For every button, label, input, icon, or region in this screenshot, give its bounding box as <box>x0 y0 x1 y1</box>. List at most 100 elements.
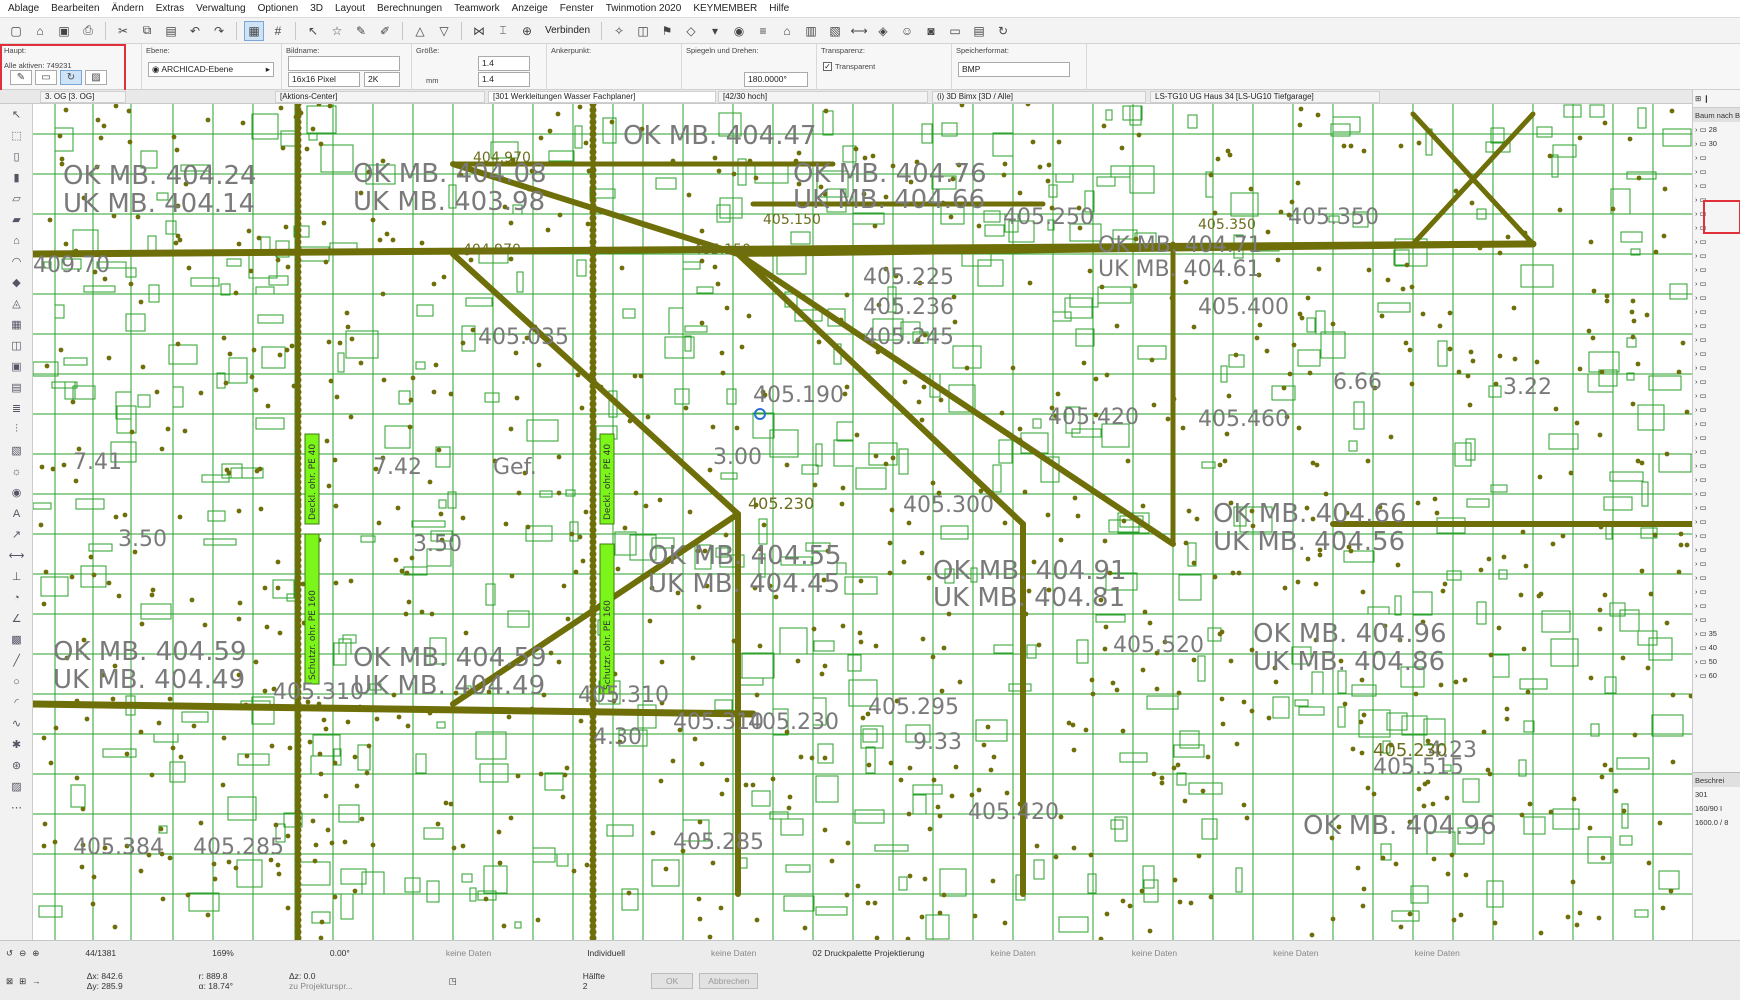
menu-item-10[interactable]: Anzeige <box>512 3 548 14</box>
zone-tool-icon[interactable]: ▧ <box>0 440 33 461</box>
status-keine-daten-6[interactable]: keine Daten <box>1414 948 1459 958</box>
circle-tool-icon[interactable]: ○ <box>0 671 33 692</box>
paste-icon[interactable]: ▤ <box>161 21 181 41</box>
chevron-right-icon[interactable]: › <box>1695 391 1698 400</box>
navigator-item[interactable]: › ▭ <box>1693 514 1740 528</box>
bildname-input[interactable] <box>288 56 400 71</box>
page-counter[interactable]: 44/1381 <box>85 948 116 958</box>
menu-item-6[interactable]: 3D <box>310 3 323 14</box>
navigator-item[interactable]: › ▭ <box>1693 458 1740 472</box>
grid-snap-icon[interactable]: ▦ <box>244 20 264 41</box>
chevron-right-icon[interactable]: › <box>1695 587 1698 596</box>
navigator-item[interactable]: › ▭ <box>1693 262 1740 276</box>
tab-ls-tg10[interactable]: LS-TG10 UG Haus 34 [LS-UG10 Tiefgarage] <box>1150 91 1380 103</box>
navigator-item[interactable]: › ▭ <box>1693 304 1740 318</box>
chevron-right-icon[interactable]: › <box>1695 181 1698 190</box>
person-icon[interactable]: ☺ <box>897 21 917 41</box>
navigator-item[interactable]: › ▭ <box>1693 374 1740 388</box>
navigator-item[interactable]: › ▭ <box>1693 178 1740 192</box>
floor-plan-canvas[interactable]: Deckl. ohr. PE 40 Schutzr. ohr. PE 160 Dec… <box>33 104 1692 940</box>
chevron-right-icon[interactable]: › <box>1695 153 1698 162</box>
navigator-item[interactable]: › ▭ <box>1693 528 1740 542</box>
status-keine-daten-3[interactable]: keine Daten <box>990 948 1035 958</box>
dropdown-icon[interactable]: ▾ <box>705 21 725 41</box>
menu-item-2[interactable]: Ändern <box>112 3 144 14</box>
undo-icon[interactable]: ↶ <box>185 21 205 41</box>
checkbox-icon[interactable]: ✓ <box>823 62 832 71</box>
navigator-item[interactable]: › ▭ 40 <box>1693 640 1740 654</box>
zoom-in-icon[interactable]: ⊕ <box>32 948 39 959</box>
window-tool-icon[interactable]: ▣ <box>0 356 33 377</box>
chevron-right-icon[interactable]: › <box>1695 139 1698 148</box>
cut-icon[interactable]: ✂ <box>113 21 133 41</box>
marquee-tool-icon[interactable]: ⬚ <box>0 125 33 146</box>
chevron-right-icon[interactable]: › <box>1695 251 1698 260</box>
chevron-right-icon[interactable]: › <box>1695 293 1698 302</box>
measure-icon[interactable]: ⟷ <box>849 21 869 41</box>
snap-icon[interactable]: ⊠ <box>6 976 13 987</box>
chevron-right-icon[interactable]: › <box>1695 461 1698 470</box>
grid-icon-2[interactable]: ⊞ <box>19 976 26 987</box>
status-druckpalette[interactable]: 02 Druckpalette Projektierung <box>812 948 924 958</box>
navigator-item[interactable]: › ▭ <box>1693 472 1740 486</box>
level-tool-icon[interactable]: ⊥ <box>0 566 33 587</box>
building2-icon[interactable]: ▧ <box>825 21 845 41</box>
chevron-right-icon[interactable]: › <box>1695 545 1698 554</box>
resolution-select[interactable]: 2K <box>364 72 400 87</box>
navigator-item[interactable]: › ▭ <box>1693 346 1740 360</box>
lamp-tool-icon[interactable]: ☼ <box>0 461 33 482</box>
railing-tool-icon[interactable]: ⫶ <box>0 419 33 440</box>
chevron-right-icon[interactable]: › <box>1695 643 1698 652</box>
navigator-item[interactable]: › ▭ <box>1693 164 1740 178</box>
roof-tool-icon[interactable]: ⌂ <box>0 230 33 251</box>
pixel-select[interactable]: 16x16 Pixel <box>288 72 360 87</box>
morph-tool-icon[interactable]: ◆ <box>0 272 33 293</box>
ok-button[interactable]: OK <box>651 973 694 989</box>
curtain-tool-icon[interactable]: ▦ <box>0 314 33 335</box>
status-keine-daten-4[interactable]: keine Daten <box>1132 948 1177 958</box>
tab-werkleitungen[interactable]: [301 Werkleitungen Wasser Fachplaner] <box>488 91 716 103</box>
redo-icon[interactable]: ↷ <box>209 21 229 41</box>
navigator-item[interactable]: › ▭ <box>1693 318 1740 332</box>
chevron-right-icon[interactable]: › <box>1695 307 1698 316</box>
chevron-right-icon[interactable]: › <box>1695 657 1698 666</box>
radial-tool-icon[interactable]: ◔ <box>0 587 33 608</box>
view-icon[interactable]: ◈ <box>873 21 893 41</box>
navigator-item[interactable]: › ▭ 50 <box>1693 654 1740 668</box>
menu-item-12[interactable]: Twinmotion 2020 <box>606 3 682 14</box>
spline-tool-icon[interactable]: ∿ <box>0 713 33 734</box>
menu-item-13[interactable]: KEYMEMBER <box>693 3 757 14</box>
navigator-item[interactable]: › ▭ 35 <box>1693 626 1740 640</box>
trim-icon[interactable]: ⌶ <box>493 21 513 41</box>
navigator-item[interactable]: › ▭ 28 <box>1693 122 1740 136</box>
open-folder-icon[interactable]: ⌂ <box>30 21 50 41</box>
menu-item-8[interactable]: Berechnungen <box>377 3 442 14</box>
chevron-right-icon[interactable]: › <box>1695 503 1698 512</box>
magic-wand-icon[interactable]: ✧ <box>609 21 629 41</box>
navigator-item[interactable]: › ▭ <box>1693 486 1740 500</box>
star-icon[interactable]: ☆ <box>327 21 347 41</box>
collapse-icon[interactable]: ❙ <box>1703 94 1709 103</box>
menu-item-7[interactable]: Layout <box>335 3 365 14</box>
arrow-up-icon[interactable]: △ <box>410 21 430 41</box>
navigator-item[interactable]: › ▭ 60 <box>1693 668 1740 682</box>
chevron-right-icon[interactable]: › <box>1695 167 1698 176</box>
refresh-icon[interactable]: ↻ <box>993 21 1013 41</box>
flag-icon[interactable]: ⚑ <box>657 21 677 41</box>
more-tools-icon[interactable]: ⋯ <box>0 797 33 818</box>
chevron-right-icon[interactable]: › <box>1695 517 1698 526</box>
arc-tool-icon[interactable]: ◜ <box>0 692 33 713</box>
chevron-right-icon[interactable]: › <box>1695 489 1698 498</box>
menu-item-11[interactable]: Fenster <box>560 3 594 14</box>
chevron-right-icon[interactable]: › <box>1695 559 1698 568</box>
arrow-down-icon[interactable]: ▽ <box>434 21 454 41</box>
figure2-tool-icon[interactable]: ⊛ <box>0 755 33 776</box>
tab-3og[interactable]: 3. OG [3. OG] <box>40 91 126 103</box>
navigator-item[interactable]: › ▭ <box>1693 598 1740 612</box>
text-tool-icon[interactable]: A <box>0 503 33 524</box>
label-tool-icon[interactable]: ↗ <box>0 524 33 545</box>
stack-icon[interactable]: ≡ <box>753 21 773 41</box>
grid-icon[interactable]: # <box>268 21 288 41</box>
chevron-right-icon[interactable]: › <box>1695 419 1698 428</box>
chevron-right-icon[interactable]: › <box>1695 195 1698 204</box>
